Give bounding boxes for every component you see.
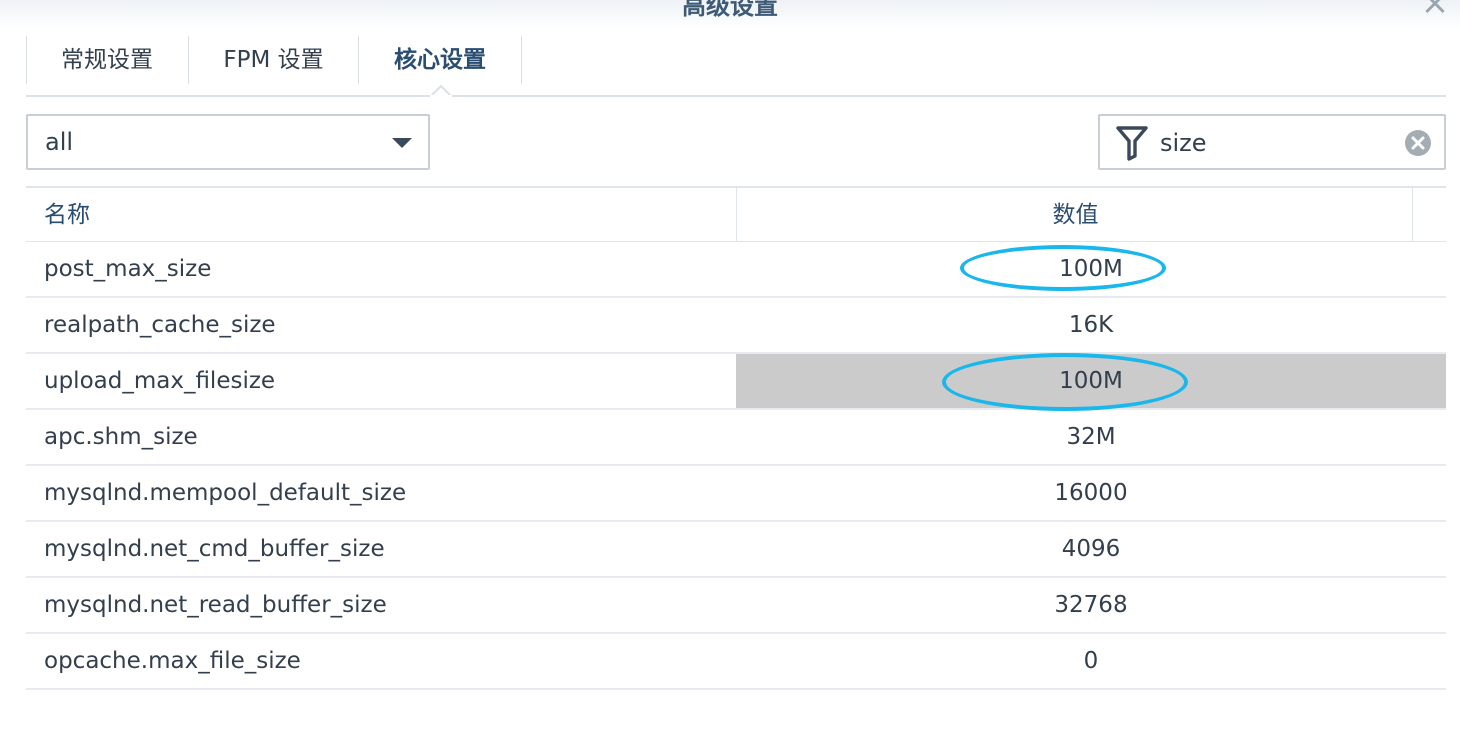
filter-icon	[1116, 126, 1148, 161]
window-title: 高级设置	[682, 0, 778, 20]
filter-input[interactable]	[1160, 124, 1400, 162]
setting-name: opcache.max_file_size	[44, 648, 301, 674]
table-row[interactable]: mysqlnd.net_read_buffer_size 32768	[26, 578, 1446, 634]
setting-value[interactable]: 0	[736, 634, 1446, 688]
settings-table: 名称 数值 post_max_size 100M realpath_cache_…	[26, 186, 1446, 690]
category-select-value: all	[45, 128, 74, 156]
category-select[interactable]: all	[26, 114, 430, 170]
setting-name: mysqlnd.mempool_default_size	[44, 480, 407, 506]
chevron-down-icon[interactable]	[392, 138, 412, 148]
tab-general-settings[interactable]: 常规设置	[26, 36, 188, 84]
setting-value[interactable]: 32768	[736, 578, 1446, 632]
setting-value[interactable]: 100M	[736, 242, 1446, 296]
tab-divider	[521, 36, 522, 84]
table-row[interactable]: mysqlnd.mempool_default_size 16000	[26, 466, 1446, 522]
tab-divider	[26, 36, 27, 84]
setting-name: realpath_cache_size	[44, 312, 276, 338]
tab-underline	[26, 95, 1446, 97]
setting-value[interactable]: 16000	[736, 466, 1446, 520]
tab-core-settings[interactable]: 核心设置	[359, 36, 521, 84]
table-row[interactable]: upload_max_filesize 100M	[26, 354, 1446, 410]
table-row[interactable]: opcache.max_file_size 0	[26, 634, 1446, 690]
clear-icon[interactable]	[1404, 129, 1432, 157]
column-header-name[interactable]: 名称	[44, 188, 90, 242]
tab-fpm-settings[interactable]: FPM 设置	[189, 36, 358, 84]
table-row[interactable]: apc.shm_size 32M	[26, 410, 1446, 466]
setting-name: upload_max_filesize	[44, 368, 276, 394]
setting-value[interactable]: 32M	[736, 410, 1446, 464]
column-divider	[1412, 188, 1413, 242]
close-icon[interactable]: ×	[1420, 0, 1450, 20]
table-row[interactable]: post_max_size 100M	[26, 242, 1446, 298]
setting-name: post_max_size	[44, 256, 212, 282]
setting-value[interactable]: 16K	[736, 298, 1446, 352]
table-row[interactable]: mysqlnd.net_cmd_buffer_size 4096	[26, 522, 1446, 578]
window-title-bar: 高级设置 ×	[0, 0, 1460, 30]
setting-value-selected[interactable]: 100M	[736, 354, 1446, 408]
setting-value[interactable]: 4096	[736, 522, 1446, 576]
active-tab-pointer	[430, 85, 452, 97]
setting-name: apc.shm_size	[44, 424, 198, 450]
setting-name: mysqlnd.net_cmd_buffer_size	[44, 536, 385, 562]
tab-bar: 常规设置 FPM 设置 核心设置	[26, 36, 1446, 96]
column-header-value[interactable]: 数值	[737, 188, 1414, 242]
table-row[interactable]: realpath_cache_size 16K	[26, 298, 1446, 354]
table-header: 名称 数值	[26, 186, 1446, 242]
setting-name: mysqlnd.net_read_buffer_size	[44, 592, 387, 618]
filter-field[interactable]	[1098, 114, 1446, 170]
